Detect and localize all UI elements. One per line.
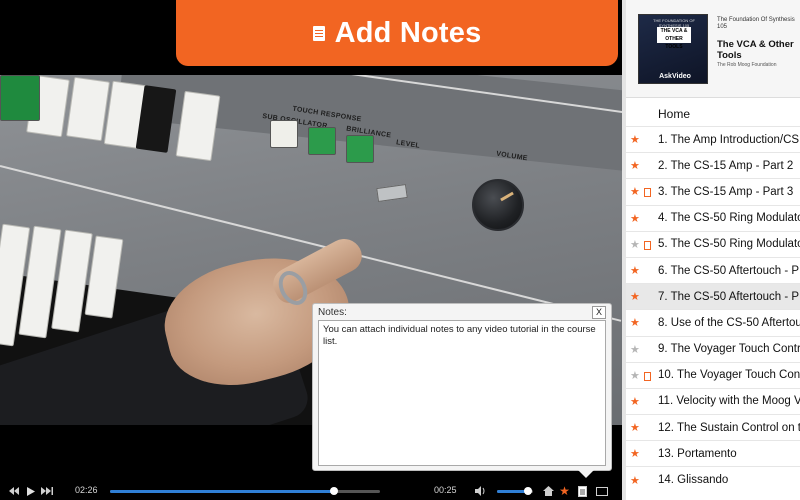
volume-knob xyxy=(472,179,524,231)
notes-textarea[interactable]: You can attach individual notes to any v… xyxy=(318,320,606,466)
thumbnail-title: THE VCA & OTHER TOOLS xyxy=(657,27,691,50)
video-player[interactable]: TOUCH RESPONSE SUB OSCILLATOR BRILLIANCE… xyxy=(0,0,622,500)
lesson-label: 3. The CS-15 Amp - Part 3 xyxy=(658,185,794,198)
star-icon[interactable]: ★ xyxy=(630,447,640,460)
star-icon[interactable]: ★ xyxy=(630,185,640,198)
lesson-item[interactable]: ★ 13. Portamento xyxy=(626,440,800,466)
star-icon[interactable]: ★ xyxy=(630,238,640,251)
lesson-item[interactable]: ★ 2. The CS-15 Amp - Part 2 xyxy=(626,152,800,178)
volume-slider[interactable] xyxy=(497,487,533,495)
course-thumbnail: THE FOUNDATION OF SYNTHESIS 105 THE VCA … xyxy=(638,14,708,84)
popup-pointer xyxy=(578,470,594,478)
lesson-item[interactable]: ★ 14. Glissando xyxy=(626,466,800,492)
lesson-item[interactable]: ★ 6. The CS-50 Aftertouch - P xyxy=(626,256,800,283)
notes-icon xyxy=(312,25,325,41)
star-icon[interactable]: ★ xyxy=(630,369,640,382)
progress-fill xyxy=(110,490,335,493)
lesson-label: 7. The CS-50 Aftertouch - P xyxy=(658,290,800,303)
lesson-label: 10. The Voyager Touch Contr xyxy=(658,369,800,382)
lesson-label: 4. The CS-50 Ring Modulato xyxy=(658,212,800,225)
progress-bar[interactable] xyxy=(110,487,380,495)
add-notes-banner: Add Notes xyxy=(176,0,618,66)
course-author: The Rob Moog Foundation xyxy=(717,62,777,68)
lesson-label: 14. Glissando xyxy=(658,474,729,487)
lesson-label: 8. Use of the CS-50 Aftertou xyxy=(658,316,800,329)
star-icon[interactable]: ★ xyxy=(630,290,640,303)
rewind-icon[interactable] xyxy=(8,482,20,500)
sub-oscillator-switch xyxy=(270,120,298,148)
green-key xyxy=(0,75,40,121)
app-window: TOUCH RESPONSE SUB OSCILLATOR BRILLIANCE… xyxy=(0,0,800,500)
askvideo-logo: AskVideo xyxy=(659,73,691,80)
touch-switch-2 xyxy=(346,135,374,163)
lesson-label: 11. Velocity with the Moog V xyxy=(658,395,800,408)
lesson-item[interactable]: ★ 5. The CS-50 Ring Modulato xyxy=(626,230,800,257)
lesson-label: 2. The CS-15 Amp - Part 2 xyxy=(658,159,794,172)
lesson-item[interactable]: ★ 12. The Sustain Control on t xyxy=(626,414,800,440)
volume-thumb[interactable] xyxy=(523,487,532,495)
star-icon[interactable]: ★ xyxy=(630,264,640,277)
lesson-label: 12. The Sustain Control on t xyxy=(658,421,800,434)
fast-forward-icon[interactable] xyxy=(40,482,54,500)
star-icon[interactable]: ★ xyxy=(630,421,640,434)
lesson-item[interactable]: ★ 1. The Amp Introduction/CS xyxy=(626,126,800,152)
lesson-label: 1. The Amp Introduction/CS xyxy=(658,133,800,146)
elapsed-time: 02:26 xyxy=(75,485,98,495)
progress-thumb[interactable] xyxy=(330,487,339,495)
lesson-list: ★ 1. The Amp Introduction/CS ★ 2. The CS-15… xyxy=(626,126,800,493)
star-icon[interactable]: ★ xyxy=(630,343,640,356)
lesson-item[interactable]: ★ 9. The Voyager Touch Contro xyxy=(626,335,800,362)
remaining-time: 00:25 xyxy=(434,485,457,495)
lesson-label: 9. The Voyager Touch Contro xyxy=(658,343,800,356)
lesson-item[interactable]: ★ 4. The CS-50 Ring Modulato xyxy=(626,204,800,231)
star-icon[interactable]: ★ xyxy=(558,482,571,500)
home-link[interactable]: Home xyxy=(626,102,800,126)
course-series: The Foundation Of Synthesis 105 xyxy=(717,17,795,30)
lesson-label: 5. The CS-50 Ring Modulato xyxy=(658,238,800,251)
note-icon xyxy=(644,188,651,198)
star-icon[interactable]: ★ xyxy=(630,474,640,487)
note-icon xyxy=(644,371,651,381)
lesson-item[interactable]: ★ 7. The CS-50 Aftertouch - P xyxy=(626,283,800,310)
lesson-item[interactable]: ★ 10. The Voyager Touch Contr xyxy=(626,361,800,388)
lesson-item[interactable]: ★ 3. The CS-15 Amp - Part 3 xyxy=(626,178,800,204)
synth-key xyxy=(175,90,221,162)
level-slider xyxy=(376,183,408,203)
star-icon[interactable]: ★ xyxy=(630,133,640,146)
course-sidebar: THE FOUNDATION OF SYNTHESIS 105 THE VCA … xyxy=(622,0,800,500)
play-icon[interactable] xyxy=(25,482,37,500)
lesson-label: 13. Portamento xyxy=(658,447,737,460)
banner-title: Add Notes xyxy=(334,16,482,49)
notes-label: Notes: xyxy=(318,307,347,318)
lesson-item[interactable]: ★ 8. Use of the CS-50 Aftertou xyxy=(626,309,800,335)
lesson-label: 6. The CS-50 Aftertouch - P xyxy=(658,264,800,277)
star-icon[interactable]: ★ xyxy=(630,316,640,329)
touch-switch-1 xyxy=(308,127,336,155)
star-icon[interactable]: ★ xyxy=(630,159,640,172)
course-header: THE FOUNDATION OF SYNTHESIS 105 THE VCA … xyxy=(626,0,800,98)
notes-popup: Notes: X You can attach individual notes… xyxy=(312,303,612,478)
course-title: The VCA & Other Tools xyxy=(717,39,794,61)
star-icon[interactable]: ★ xyxy=(630,212,640,225)
synth-key xyxy=(65,76,111,142)
control-bar: 02:26 00:25 ★ xyxy=(0,482,622,500)
close-button[interactable]: X xyxy=(592,306,606,319)
volume-icon[interactable] xyxy=(474,482,488,500)
note-icon xyxy=(644,240,651,250)
star-icon[interactable]: ★ xyxy=(630,395,640,408)
home-icon[interactable] xyxy=(542,482,555,500)
notes-icon[interactable] xyxy=(576,482,588,500)
lesson-item[interactable]: ★ 11. Velocity with the Moog V xyxy=(626,387,800,414)
fullscreen-icon[interactable] xyxy=(595,482,609,500)
